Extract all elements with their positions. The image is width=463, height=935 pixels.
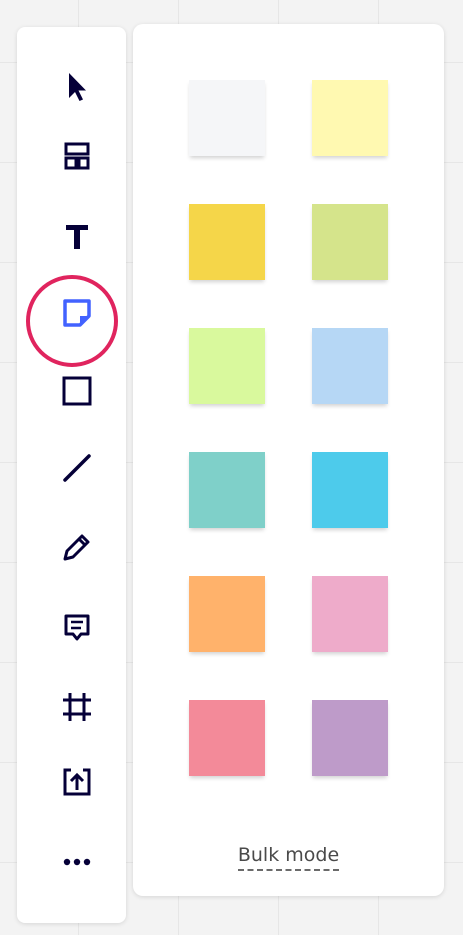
square-icon	[60, 374, 94, 408]
templates-tool-button[interactable]	[31, 126, 123, 186]
active-tool-highlight-ring	[26, 275, 118, 367]
upload-icon	[60, 765, 94, 799]
bulk-mode-label: Bulk mode	[237, 844, 340, 871]
bulk-mode-link[interactable]: Bulk mode	[133, 844, 444, 871]
sticky-swatch[interactable]	[189, 204, 265, 280]
sticky-swatch[interactable]	[312, 576, 388, 652]
sticky-swatch[interactable]	[312, 80, 388, 156]
sticky-swatch[interactable]	[189, 452, 265, 528]
sticky-swatch[interactable]	[189, 328, 265, 404]
sticky-swatch[interactable]	[312, 452, 388, 528]
upload-tool-button[interactable]	[31, 752, 123, 812]
comment-tool-button[interactable]	[31, 598, 123, 658]
sticky-swatch[interactable]	[189, 576, 265, 652]
text-t-icon	[63, 220, 91, 252]
shape-tool-button[interactable]	[31, 361, 123, 421]
text-tool-button[interactable]	[31, 206, 123, 266]
sticky-swatch[interactable]	[189, 80, 265, 156]
frame-icon	[60, 690, 94, 724]
frame-tool-button[interactable]	[31, 677, 123, 737]
line-tool-button[interactable]	[31, 438, 123, 498]
cursor-arrow-icon	[63, 71, 91, 103]
sticky-swatch[interactable]	[189, 700, 265, 776]
sticky-swatch[interactable]	[312, 328, 388, 404]
sticky-swatch[interactable]	[312, 700, 388, 776]
sticky-swatch[interactable]	[312, 204, 388, 280]
line-icon	[60, 451, 94, 485]
pen-tool-button[interactable]	[31, 517, 123, 577]
comment-icon	[60, 611, 94, 645]
sticky-note-panel: Bulk mode	[133, 24, 444, 896]
toolbar	[17, 27, 126, 923]
templates-icon	[63, 140, 91, 172]
more-dots-icon	[60, 842, 94, 876]
more-tools-button[interactable]	[31, 829, 123, 889]
select-tool-button[interactable]	[31, 57, 123, 117]
pen-icon	[60, 530, 94, 564]
